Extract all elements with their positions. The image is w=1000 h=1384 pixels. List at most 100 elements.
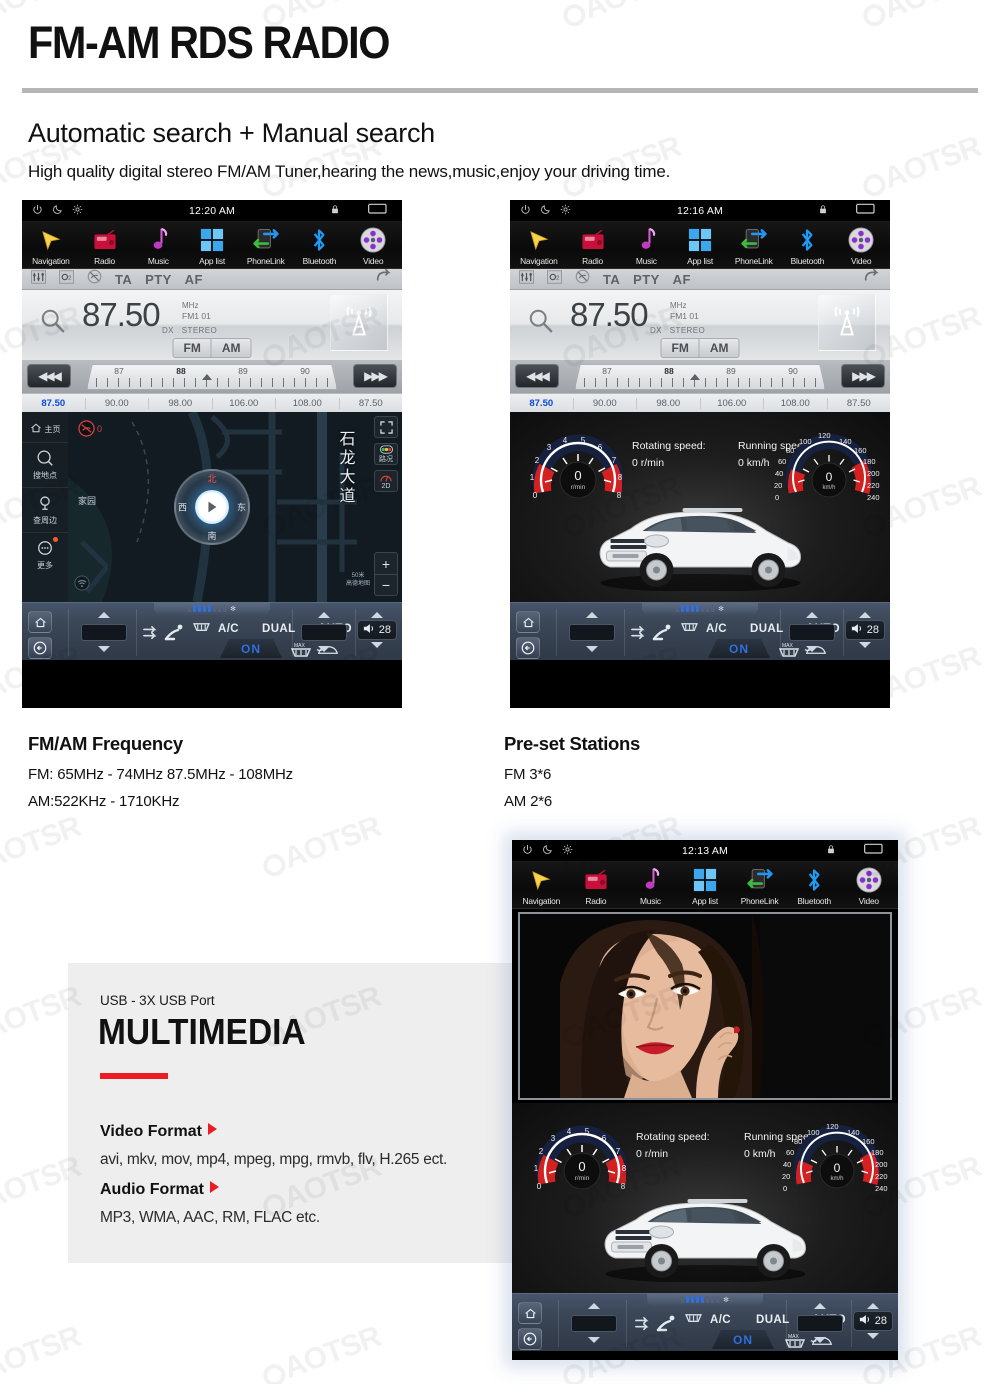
- chevron-down-icon[interactable]: [806, 646, 818, 652]
- map-home-button[interactable]: 主页: [22, 416, 68, 443]
- chevron-down-icon[interactable]: [318, 646, 330, 652]
- video-playback-area[interactable]: [518, 912, 892, 1100]
- home-icon[interactable]: [28, 611, 52, 633]
- recirculate-icon[interactable]: [630, 625, 648, 646]
- rear-defrost-icon[interactable]: [192, 621, 211, 640]
- temp-right-control[interactable]: [786, 612, 838, 652]
- preset-item[interactable]: 90.00: [574, 397, 637, 409]
- seek-previous-icon[interactable]: ◀◀◀: [27, 364, 71, 388]
- view-mode-icon[interactable]: 2D: [374, 470, 398, 492]
- pty-button[interactable]: PTY: [145, 272, 171, 287]
- temp-left-control[interactable]: [568, 1303, 620, 1343]
- band-fm-button[interactable]: FM: [661, 339, 699, 357]
- temp-left-control[interactable]: [566, 612, 618, 652]
- back-arrow-icon[interactable]: [863, 269, 880, 289]
- app-item-phonelink[interactable]: PhoneLink: [732, 866, 787, 906]
- chevron-up-icon[interactable]: [858, 612, 871, 618]
- ac-button[interactable]: A/C: [710, 1314, 731, 1326]
- frequency-scale[interactable]: 87 88 89 90: [87, 364, 337, 390]
- map-search-place-button[interactable]: 搜地点: [22, 443, 68, 488]
- back-circle-icon[interactable]: [518, 1328, 542, 1350]
- map-more-button[interactable]: 更多: [22, 533, 68, 577]
- app-item-radio[interactable]: Radio: [566, 226, 620, 266]
- home-icon[interactable]: [518, 1302, 542, 1324]
- af-button[interactable]: AF: [185, 272, 203, 287]
- ta-button[interactable]: TA: [115, 272, 132, 287]
- band-am-button[interactable]: AM: [210, 339, 251, 357]
- zoom-out-button[interactable]: −: [375, 574, 397, 595]
- band-fm-button[interactable]: FM: [173, 339, 211, 357]
- preset-item[interactable]: 90.00: [86, 397, 149, 409]
- chevron-up-icon[interactable]: [370, 612, 383, 618]
- temp-left-control[interactable]: [78, 612, 130, 652]
- chevron-down-icon[interactable]: [586, 646, 598, 652]
- chevron-down-icon[interactable]: [98, 646, 110, 652]
- mute-icon[interactable]: [575, 269, 590, 289]
- back-circle-icon[interactable]: [516, 637, 540, 659]
- ta-button[interactable]: TA: [603, 272, 620, 287]
- preset-item[interactable]: 108.00: [764, 397, 828, 409]
- search-magnifier-icon[interactable]: [528, 308, 554, 339]
- seek-next-icon[interactable]: ▶▶▶: [353, 364, 397, 388]
- chevron-up-icon[interactable]: [806, 612, 818, 618]
- preset-item[interactable]: 106.00: [213, 397, 276, 409]
- app-item-applist[interactable]: App list: [673, 226, 727, 266]
- app-item-video[interactable]: Video: [841, 866, 896, 906]
- ac-button[interactable]: A/C: [218, 623, 239, 635]
- band-am-button[interactable]: AM: [698, 339, 739, 357]
- map-nearby-button[interactable]: 查周边: [22, 488, 68, 533]
- seek-previous-icon[interactable]: ◀◀◀: [515, 364, 559, 388]
- rear-defrost-icon[interactable]: [680, 621, 699, 640]
- app-item-music[interactable]: Music: [619, 226, 673, 266]
- chevron-up-icon[interactable]: [98, 612, 110, 618]
- preset-item[interactable]: 87.50: [510, 397, 574, 409]
- recirculate-icon[interactable]: [634, 1316, 652, 1337]
- map-traffic-badge[interactable]: 0: [78, 420, 102, 437]
- pty-button[interactable]: PTY: [633, 272, 659, 287]
- app-item-bluetooth[interactable]: Bluetooth: [293, 226, 347, 266]
- back-arrow-icon[interactable]: [375, 269, 392, 289]
- ac-button[interactable]: A/C: [706, 623, 727, 635]
- preset-item[interactable]: 98.00: [149, 397, 213, 409]
- chevron-down-icon[interactable]: [866, 1333, 879, 1339]
- chevron-down-icon[interactable]: [858, 642, 871, 648]
- preset-item[interactable]: 87.50: [22, 397, 86, 409]
- chevron-down-icon[interactable]: [370, 642, 383, 648]
- dual-button[interactable]: DUAL: [750, 623, 784, 635]
- map-zoom-control[interactable]: + −: [374, 552, 398, 596]
- recirculate-icon[interactable]: [142, 625, 160, 646]
- search-magnifier-icon[interactable]: [40, 308, 66, 339]
- equalizer-icon[interactable]: [31, 269, 46, 289]
- airflow-body-icon[interactable]: [652, 623, 674, 648]
- home-icon[interactable]: [516, 611, 540, 633]
- app-item-video[interactable]: Video: [834, 226, 888, 266]
- airflow-body-icon[interactable]: [164, 623, 186, 648]
- volume-control[interactable]: 28: [356, 612, 397, 648]
- chevron-up-icon[interactable]: [586, 612, 598, 618]
- app-item-navigation[interactable]: Navigation: [514, 866, 569, 906]
- chevron-down-icon[interactable]: [588, 1337, 600, 1343]
- temp-right-control[interactable]: [794, 1303, 846, 1343]
- preset-item[interactable]: 108.00: [276, 397, 340, 409]
- climate-on-indicator[interactable]: ON: [708, 639, 770, 658]
- climate-on-indicator[interactable]: ON: [712, 1330, 774, 1349]
- mute-icon[interactable]: [87, 269, 102, 289]
- traffic-icon[interactable]: 路况: [374, 443, 398, 465]
- app-item-applist[interactable]: App list: [185, 226, 239, 266]
- app-item-phonelink[interactable]: PhoneLink: [727, 226, 781, 266]
- preset-item[interactable]: 87.50: [828, 398, 891, 409]
- app-item-navigation[interactable]: Navigation: [512, 226, 566, 266]
- app-item-applist[interactable]: App list: [678, 866, 733, 906]
- temp-right-control[interactable]: [298, 612, 350, 652]
- app-item-music[interactable]: Music: [623, 866, 678, 906]
- scan-icon[interactable]: 2: [59, 269, 74, 289]
- map-compass[interactable]: 北 南 西 东: [174, 469, 250, 545]
- band-selector[interactable]: FM AM: [660, 338, 740, 358]
- chevron-up-icon[interactable]: [318, 612, 330, 618]
- rear-defrost-icon[interactable]: [684, 1312, 703, 1331]
- chevron-down-icon[interactable]: [814, 1337, 826, 1343]
- app-item-bluetooth[interactable]: Bluetooth: [787, 866, 842, 906]
- app-item-music[interactable]: Music: [131, 226, 185, 266]
- frequency-scale[interactable]: 87 88 89 90: [575, 364, 825, 390]
- map-view[interactable]: 主页 搜地点 查周边 更多 0 路况 2D 北 南 西 东 石龙大道 家园 + …: [22, 412, 402, 602]
